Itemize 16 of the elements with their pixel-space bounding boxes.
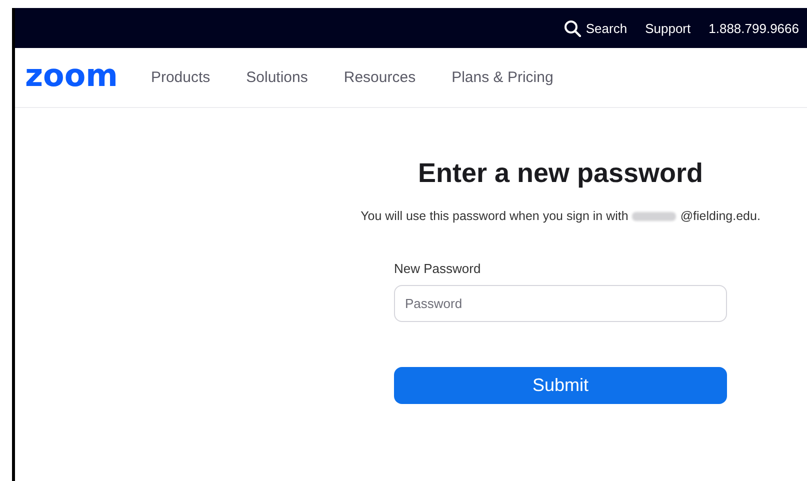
submit-button[interactable]: Submit [394,367,727,404]
search-link[interactable]: Search [564,20,628,36]
password-field[interactable]: Password [394,285,727,322]
email-text: @fielding.edu. [680,209,760,223]
note-text: You will use this password when you sign in with [360,209,628,223]
nav-link[interactable]: Products [150,69,210,86]
nav-link[interactable]: Resources [344,69,416,86]
nav-link[interactable]: Solutions [246,69,308,86]
field-label: New Password [394,261,482,276]
page-title: Enter a new password [418,158,704,189]
logo[interactable]: zoom [25,58,118,94]
phone-link[interactable]: 1.888.799.9666 [708,20,799,36]
search-icon [564,20,581,36]
redaction-mark [632,212,676,220]
support-link[interactable]: Support [645,20,691,36]
nav-link[interactable]: Plans & Pricing [452,69,554,86]
